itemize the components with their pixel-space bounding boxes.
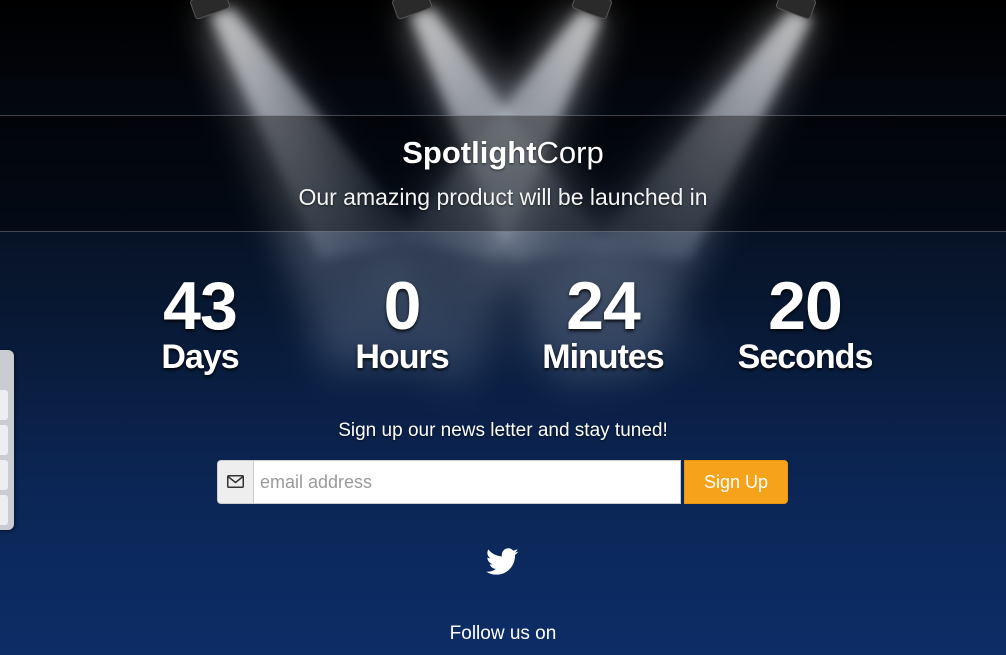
brand-logo: SpotlightCorp: [0, 136, 1006, 170]
brand-bold: Spotlight: [402, 135, 537, 170]
countdown-hours: 0 Hours: [302, 270, 502, 376]
side-tab-1[interactable]: [0, 390, 8, 420]
tagline: Our amazing product will be launched in: [298, 184, 708, 210]
email-input[interactable]: [253, 460, 681, 504]
email-addon: [217, 460, 253, 504]
side-tab-4[interactable]: [0, 495, 8, 525]
newsletter-form: Sign Up: [217, 460, 788, 504]
twitter-icon: [486, 548, 519, 575]
countdown-days: 43 Days: [100, 270, 300, 376]
countdown-minutes: 24 Minutes: [503, 270, 703, 376]
sign-up-button[interactable]: Sign Up: [684, 460, 788, 504]
side-tab-2[interactable]: [0, 425, 8, 455]
countdown-seconds-label: Seconds: [737, 338, 874, 376]
header-band: [0, 115, 1006, 232]
side-panel: [0, 350, 14, 530]
countdown-minutes-label: Minutes: [542, 338, 664, 376]
side-tab-3[interactable]: [0, 460, 8, 490]
countdown-days-label: Days: [161, 338, 239, 376]
envelope-icon: [227, 475, 244, 488]
twitter-link[interactable]: [486, 548, 519, 576]
newsletter-text: Sign up our news letter and stay tuned!: [338, 420, 668, 441]
brand-regular: Corp: [536, 135, 604, 170]
countdown-seconds: 20 Seconds: [705, 270, 905, 376]
countdown-hours-value: 0: [383, 268, 422, 344]
countdown-seconds-value: 20: [768, 268, 843, 344]
follow-text: Follow us on: [449, 623, 557, 644]
countdown-minutes-value: 24: [566, 268, 641, 344]
countdown-hours-label: Hours: [355, 338, 449, 376]
countdown-days-value: 43: [163, 268, 238, 344]
